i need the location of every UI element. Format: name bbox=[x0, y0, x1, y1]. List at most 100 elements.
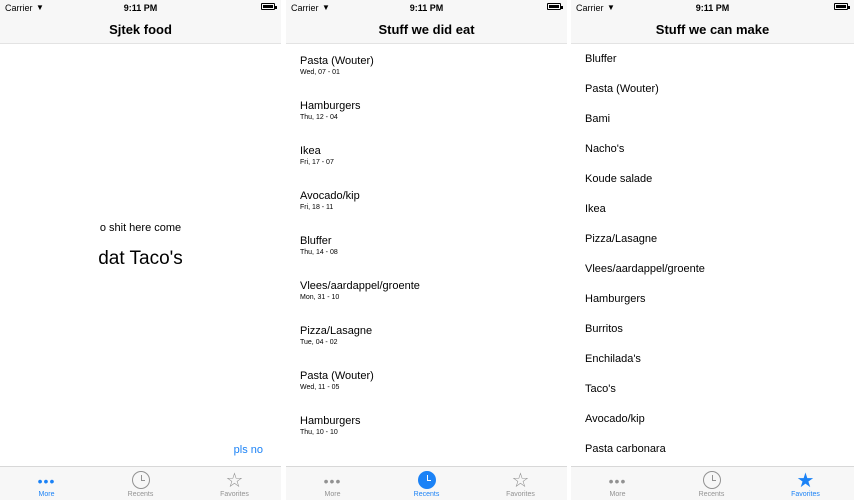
item-name: Pizza/Lasagne bbox=[585, 233, 658, 245]
list-item[interactable]: Bami bbox=[571, 104, 854, 134]
tab-recents[interactable]: Recents bbox=[380, 467, 473, 500]
item-name: Vlees/aardappel/groente bbox=[585, 263, 705, 275]
tab-favorites[interactable]: ☆ Favorites bbox=[474, 467, 567, 500]
eaten-list-container: Pasta (Wouter) Wed, 07 - 01 Hamburgers Thu,… bbox=[286, 44, 567, 466]
eaten-list: Pasta (Wouter) Wed, 07 - 01 Hamburgers Thu,… bbox=[286, 44, 567, 449]
item-date: Wed, 07 - 01 bbox=[300, 69, 340, 76]
item-date: Wed, 11 - 05 bbox=[300, 384, 340, 391]
tab-favorites[interactable]: ★ Favorites bbox=[759, 467, 852, 500]
item-name: Ikea bbox=[585, 203, 606, 215]
list-item[interactable]: Burritos bbox=[571, 314, 854, 344]
tab-favorites-label: Favorites bbox=[506, 491, 535, 498]
list-item[interactable]: Pasta (Wouter) Wed, 11 - 05 bbox=[286, 359, 567, 404]
tab-more-label: More bbox=[609, 491, 626, 498]
screen-home: Carrier ▼ 9:11 PM Sjtek food o shit here… bbox=[0, 0, 281, 500]
subtitle-text: o shit here come bbox=[99, 222, 182, 234]
item-name: Koude salade bbox=[585, 173, 653, 185]
clock-icon bbox=[665, 471, 758, 491]
navigation-bar: Carrier ▼ 9:11 PM Stuff we did eat bbox=[286, 0, 567, 44]
tab-recents-label: Recents bbox=[127, 491, 154, 498]
screen-eaten: Carrier ▼ 9:11 PM Stuff we did eat Pasta… bbox=[286, 0, 567, 500]
item-name: Avocado/kip bbox=[585, 413, 645, 425]
item-date: Thu, 10 - 10 bbox=[300, 429, 338, 436]
item-name: Pasta (Wouter) bbox=[300, 55, 374, 67]
status-bar: Carrier ▼ 9:11 PM bbox=[286, 0, 567, 14]
item-date: Thu, 12 - 04 bbox=[300, 114, 338, 121]
item-date: Fri, 17 - 07 bbox=[300, 159, 334, 166]
tab-recents-label: Recents bbox=[698, 491, 725, 498]
item-name: Ikea bbox=[300, 145, 321, 157]
list-item[interactable]: Enchilada's bbox=[571, 344, 854, 374]
more-icon: ••• bbox=[37, 473, 56, 489]
list-item[interactable]: Pizza/Lasagne bbox=[571, 224, 854, 254]
item-name: Bluffer bbox=[300, 235, 332, 247]
tab-more[interactable]: ••• More bbox=[0, 467, 93, 500]
item-name: Hamburgers bbox=[300, 415, 361, 427]
more-icon: ••• bbox=[608, 473, 627, 489]
list-item[interactable]: Avocado/kip Fri, 18 - 11 bbox=[286, 179, 567, 224]
list-item[interactable]: Pizza/Lasagne Tue, 04 - 02 bbox=[286, 314, 567, 359]
item-name: Hamburgers bbox=[585, 293, 646, 305]
can-make-list-container: Bluffer Pasta (Wouter) Bami Nacho's Koude sa… bbox=[571, 44, 854, 466]
list-item[interactable]: Taco's bbox=[571, 374, 854, 404]
item-name: Taco's bbox=[585, 383, 616, 395]
battery-icon bbox=[261, 3, 277, 10]
page-title: Stuff we did eat bbox=[378, 22, 475, 37]
home-content: o shit here come dat Taco's pls no bbox=[0, 44, 281, 466]
tab-more[interactable]: ••• More bbox=[286, 467, 379, 500]
list-item[interactable]: Avocado/kip bbox=[571, 404, 854, 434]
battery-icon bbox=[834, 3, 850, 10]
status-bar: Carrier ▼ 9:11 PM bbox=[571, 0, 854, 14]
tab-more[interactable]: ••• More bbox=[571, 467, 664, 500]
tab-bar: ••• More Recents ★ Favorites bbox=[571, 466, 854, 500]
item-name: Burritos bbox=[585, 323, 623, 335]
can-make-list: Bluffer Pasta (Wouter) Bami Nacho's Koude sa… bbox=[571, 44, 854, 464]
item-date: Mon, 31 - 10 bbox=[300, 294, 340, 301]
item-name: Bami bbox=[585, 113, 611, 125]
list-item[interactable]: Pasta (Wouter) Wed, 07 - 01 bbox=[286, 44, 567, 89]
clock-icon bbox=[94, 471, 187, 491]
tab-more-label: More bbox=[324, 491, 341, 498]
navigation-bar: Carrier ▼ 9:11 PM Sjtek food bbox=[0, 0, 281, 44]
item-name: Enchilada's bbox=[585, 353, 641, 365]
list-item[interactable]: Bluffer Thu, 14 - 08 bbox=[286, 224, 567, 269]
list-item[interactable]: Vlees/aardappel/groente Mon, 31 - 10 bbox=[286, 269, 567, 314]
list-item[interactable]: Pasta (Wouter) bbox=[571, 74, 854, 104]
list-item[interactable]: Hamburgers Thu, 12 - 04 bbox=[286, 89, 567, 134]
clock-time: 9:11 PM bbox=[123, 3, 158, 13]
tab-recents[interactable]: Recents bbox=[665, 467, 758, 500]
page-title: Stuff we can make bbox=[655, 22, 770, 37]
item-name: Hamburgers bbox=[300, 100, 361, 112]
clock-time: 9:11 PM bbox=[409, 3, 444, 13]
tab-more-label: More bbox=[38, 491, 55, 498]
list-item[interactable]: Bluffer bbox=[571, 44, 854, 74]
list-item[interactable]: Ikea Fri, 17 - 07 bbox=[286, 134, 567, 179]
item-name: Nacho's bbox=[585, 143, 625, 155]
clock-icon bbox=[380, 471, 473, 491]
tab-recents[interactable]: Recents bbox=[94, 467, 187, 500]
navigation-bar: Carrier ▼ 9:11 PM Stuff we can make bbox=[571, 0, 854, 44]
list-item[interactable]: Nacho's bbox=[571, 134, 854, 164]
battery-icon bbox=[547, 3, 563, 10]
pls-no-button[interactable]: pls no bbox=[234, 444, 263, 456]
star-icon: ☆ bbox=[511, 470, 530, 492]
clock-time: 9:11 PM bbox=[695, 3, 730, 13]
list-item[interactable]: Vlees/aardappel/groente bbox=[571, 254, 854, 284]
star-icon: ★ bbox=[796, 470, 815, 492]
list-item[interactable]: Koude salade bbox=[571, 164, 854, 194]
list-item[interactable]: Hamburgers Thu, 10 - 10 bbox=[286, 404, 567, 449]
list-item[interactable]: Hamburgers bbox=[571, 284, 854, 314]
status-bar: Carrier ▼ 9:11 PM bbox=[0, 0, 281, 14]
item-name: Pasta carbonara bbox=[585, 443, 666, 455]
item-name: Pasta (Wouter) bbox=[585, 83, 659, 95]
item-name: Pasta (Wouter) bbox=[300, 370, 374, 382]
star-icon: ☆ bbox=[225, 470, 244, 492]
page-title: Sjtek food bbox=[109, 22, 172, 37]
screen-can-make: Carrier ▼ 9:11 PM Stuff we can make Bluf… bbox=[571, 0, 854, 500]
item-name: Avocado/kip bbox=[300, 190, 360, 202]
list-item[interactable]: Pasta carbonara bbox=[571, 434, 854, 464]
item-name: Bluffer bbox=[585, 53, 617, 65]
tab-favorites[interactable]: ☆ Favorites bbox=[188, 467, 281, 500]
item-name: Vlees/aardappel/groente bbox=[300, 280, 420, 292]
list-item[interactable]: Ikea bbox=[571, 194, 854, 224]
